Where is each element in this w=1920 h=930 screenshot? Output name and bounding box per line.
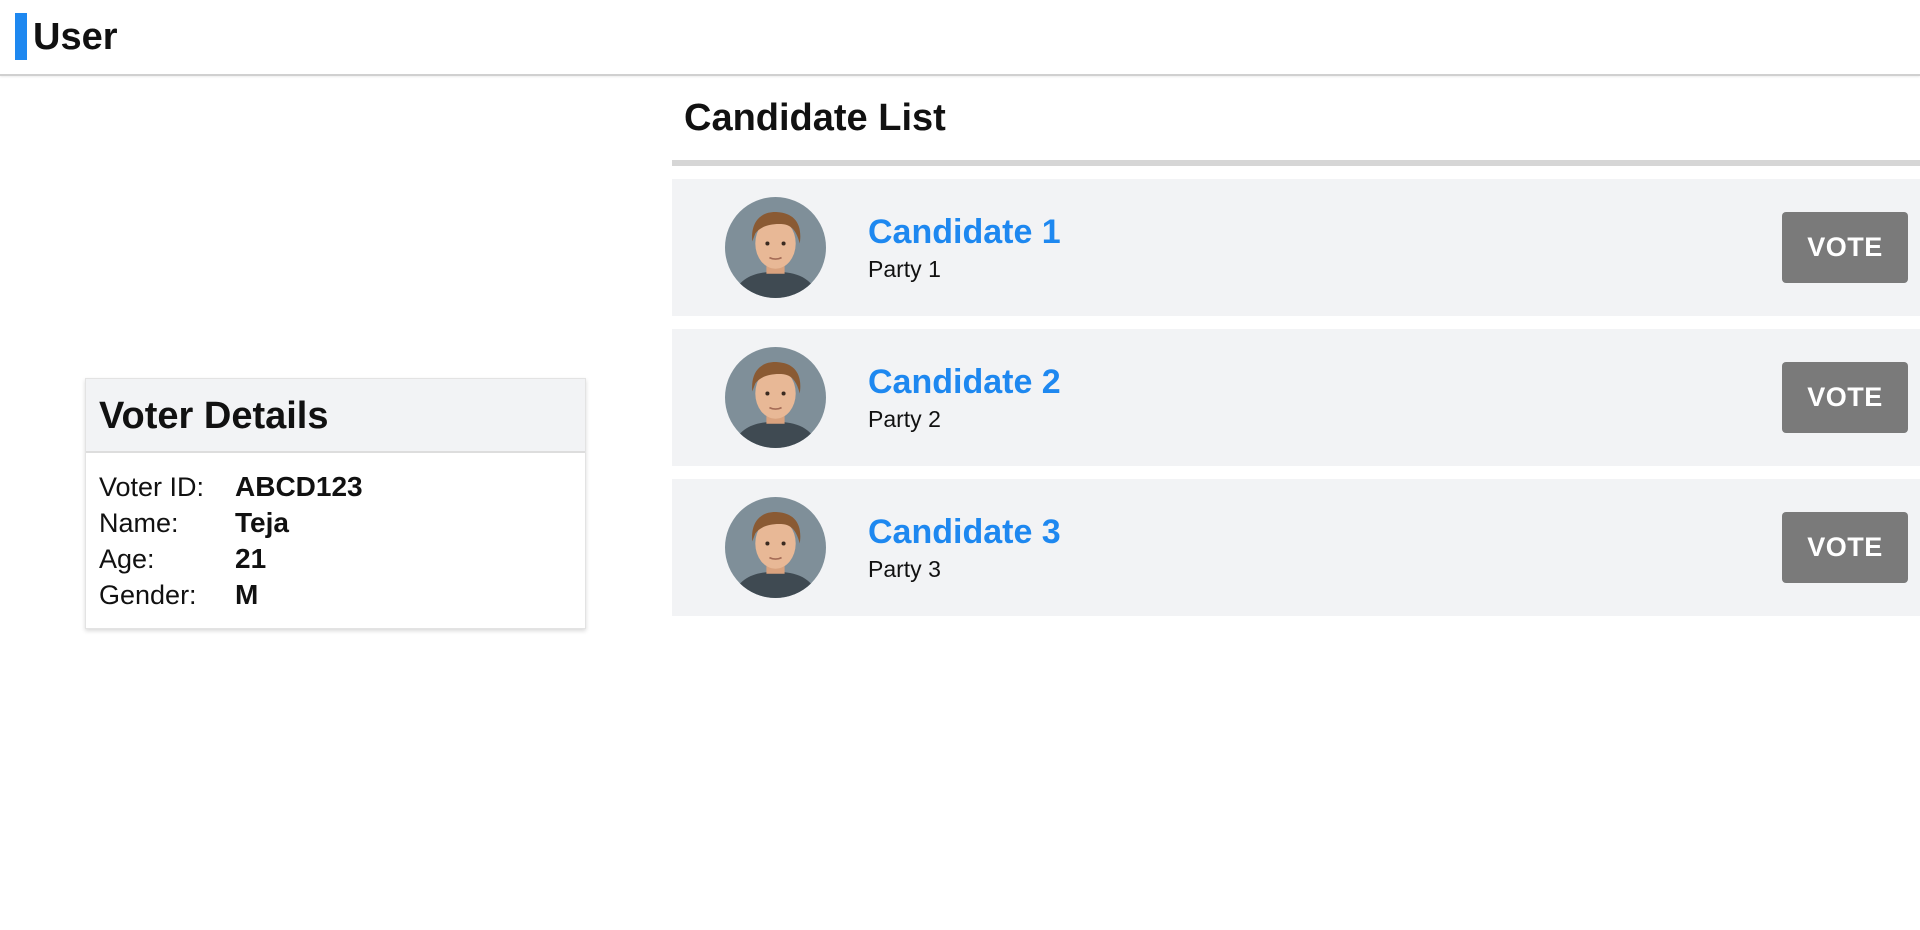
voter-details-title: Voter Details	[99, 395, 329, 437]
candidate-party: Party 2	[868, 406, 941, 432]
voter-field-label: Age:	[99, 543, 155, 574]
candidate-name[interactable]: Candidate 3	[868, 511, 1061, 553]
voter-details-card: Voter Details Voter ID: ABCD123 Name: Te…	[85, 378, 586, 629]
voter-field-row: Age: 21	[99, 541, 572, 577]
page-title: User	[33, 16, 118, 58]
candidate-avatar	[725, 197, 826, 298]
voter-field-label: Voter ID:	[99, 471, 205, 502]
candidate-party: Party 1	[868, 256, 941, 282]
voter-field-row: Name: Teja	[99, 505, 572, 541]
voter-field-value: Teja	[235, 507, 289, 538]
candidate-list-divider	[672, 160, 1920, 166]
voter-details-body: Voter ID: ABCD123 Name: Teja Age: 21 Gen…	[86, 453, 585, 613]
voter-field-row: Voter ID: ABCD123	[99, 469, 572, 505]
vote-button[interactable]: VOTE	[1782, 362, 1908, 433]
candidate-row: Candidate 2 Party 2 VOTE	[672, 329, 1920, 466]
voter-field-value: M	[235, 579, 259, 610]
candidate-row: Candidate 1 Party 1 VOTE	[672, 179, 1920, 316]
candidate-party: Party 3	[868, 556, 941, 582]
voter-field-label: Gender:	[99, 579, 197, 610]
candidate-list: Candidate 1 Party 1 VOTE Candidate 2 Par…	[672, 179, 1920, 629]
voter-field-value: 21	[235, 543, 267, 574]
voter-field-label: Name:	[99, 507, 179, 538]
candidate-row: Candidate 3 Party 3 VOTE	[672, 479, 1920, 616]
candidate-name[interactable]: Candidate 1	[868, 211, 1061, 253]
voter-field-value: ABCD123	[235, 471, 363, 502]
voter-details-header: Voter Details	[86, 379, 585, 453]
header-accent-bar	[15, 13, 27, 60]
candidate-avatar	[725, 497, 826, 598]
candidate-name[interactable]: Candidate 2	[868, 361, 1061, 403]
candidate-list-title: Candidate List	[684, 97, 946, 139]
vote-button[interactable]: VOTE	[1782, 212, 1908, 283]
voter-field-row: Gender: M	[99, 577, 572, 613]
person-avatar-icon	[725, 497, 826, 598]
person-avatar-icon	[725, 197, 826, 298]
top-header: User	[0, 0, 1920, 76]
candidate-avatar	[725, 347, 826, 448]
vote-button[interactable]: VOTE	[1782, 512, 1908, 583]
person-avatar-icon	[725, 347, 826, 448]
